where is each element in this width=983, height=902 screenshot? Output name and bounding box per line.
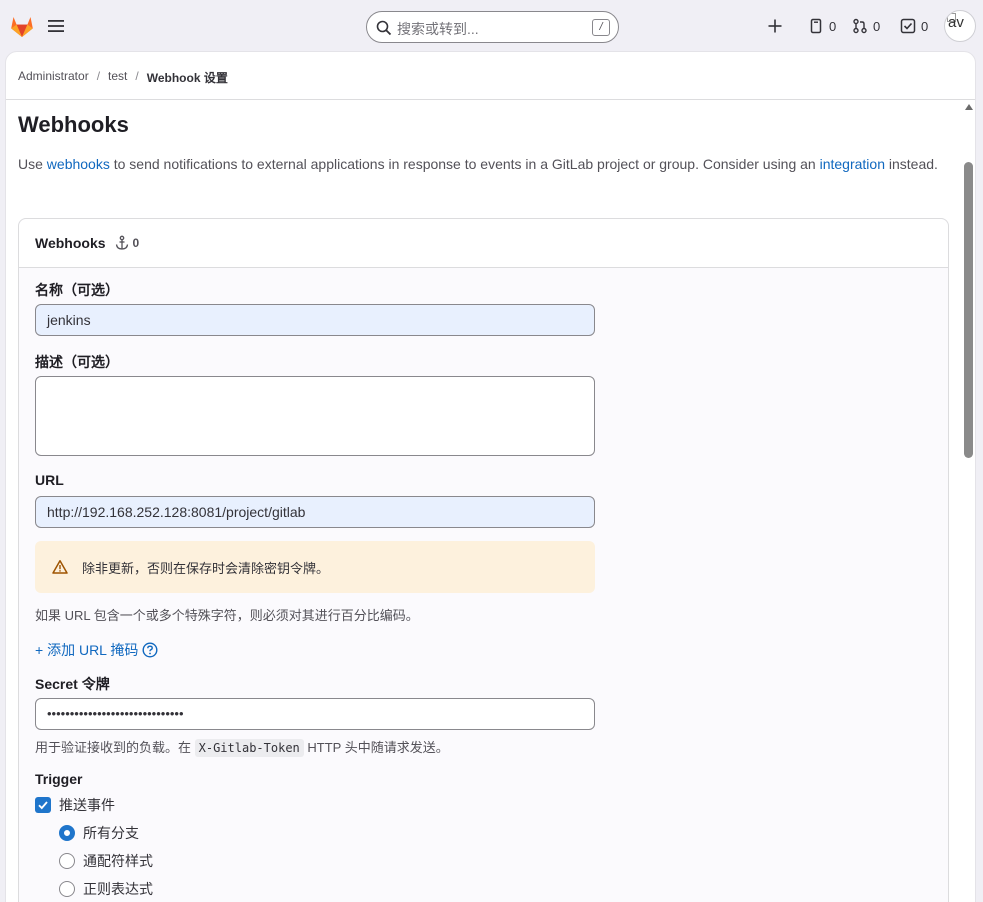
header-name-code: X-Gitlab-Token — [194, 739, 304, 757]
trigger-label: Trigger — [35, 771, 83, 787]
radio-all-branches[interactable] — [59, 825, 75, 841]
question-circle-icon[interactable] — [142, 642, 158, 658]
secret-token-label: Secret 令牌 — [35, 676, 110, 692]
breadcrumb: Administrator / test / Webhook 设置 — [6, 52, 975, 100]
url-input[interactable]: http://192.168.252.128:8081/project/gitl… — [35, 496, 595, 528]
page-description: Use webhooks to send notifications to ex… — [18, 153, 953, 175]
push-events-checkbox-row[interactable]: 推送事件 — [35, 795, 115, 815]
secret-help-text: 用于验证接收到的负载。在 X-Gitlab-Token HTTP 头中随请求发送… — [35, 737, 449, 757]
user-avatar[interactable]: av — [944, 10, 976, 42]
secret-help-prefix: 用于验证接收到的负载。在 — [35, 740, 195, 755]
hook-count: 0 — [132, 236, 140, 250]
issues-icon — [810, 18, 822, 34]
url-label: URL — [35, 472, 64, 488]
url-help-text: 如果 URL 包含一个或多个特殊字符，则必须对其进行百分比编码。 — [35, 608, 419, 623]
secret-help-suffix: HTTP 头中随请求发送。 — [303, 740, 449, 755]
scrollbar-thumb[interactable] — [964, 162, 973, 458]
branch-option-wildcard[interactable]: 通配符样式 — [59, 851, 153, 871]
menu-icon[interactable] — [46, 16, 66, 36]
breadcrumb-item-administrator[interactable]: Administrator — [18, 69, 89, 99]
todos-count: 0 — [921, 18, 929, 34]
name-input[interactable]: jenkins — [35, 304, 595, 336]
anchor-icon — [115, 235, 128, 250]
description-textarea[interactable] — [35, 376, 595, 456]
branch-option-all[interactable]: 所有分支 — [59, 823, 139, 843]
search-icon — [376, 20, 392, 36]
radio-regex[interactable] — [59, 881, 75, 897]
intro-text: to send notifications to external applic… — [109, 156, 820, 172]
radio-label: 所有分支 — [83, 825, 139, 841]
add-url-mask-label: + 添加 URL 掩码 — [35, 642, 139, 658]
page-title: Webhooks — [18, 112, 129, 137]
gitlab-logo-icon[interactable] — [8, 12, 36, 40]
webhooks-card: Webhooks 0 名称（可选） jenkins 描述（可选） URL htt… — [18, 218, 949, 902]
todos-button[interactable]: 0 — [900, 16, 928, 36]
todo-icon — [900, 18, 916, 34]
issues-count: 0 — [829, 18, 837, 34]
hook-count-badge: 0 — [114, 235, 140, 251]
search-placeholder: 搜索或转到... — [397, 21, 479, 37]
token-warning-alert: 除非更新，否则在保存时会清除密钥令牌。 — [35, 541, 595, 593]
integration-link[interactable]: integration — [820, 156, 885, 172]
branch-option-regex[interactable]: 正则表达式 — [59, 879, 153, 899]
breadcrumb-separator: / — [135, 69, 139, 83]
push-events-label: 推送事件 — [59, 797, 115, 813]
radio-wildcard[interactable] — [59, 853, 75, 869]
breadcrumb-item-test[interactable]: test — [108, 69, 127, 99]
secret-token-input[interactable]: •••••••••••••••••••••••••••••• — [35, 698, 595, 730]
breadcrumb-current[interactable]: Webhook 设置 — [147, 69, 228, 99]
intro-text: Use — [18, 156, 47, 172]
issues-button[interactable]: 0 — [808, 16, 836, 36]
merge-requests-button[interactable]: 0 — [852, 16, 880, 36]
check-icon — [38, 801, 48, 810]
intro-text: instead. — [885, 156, 938, 172]
name-label: 名称（可选） — [35, 282, 119, 298]
scroll-up-arrow[interactable] — [965, 104, 973, 110]
alert-text: 除非更新，否则在保存时会清除密钥令牌。 — [82, 560, 330, 576]
search-shortcut-key: / — [592, 19, 610, 36]
radio-label: 正则表达式 — [83, 881, 153, 897]
push-events-checkbox[interactable] — [35, 797, 51, 813]
avatar-alt-text: av — [948, 14, 964, 31]
merge-requests-count: 0 — [873, 18, 881, 34]
card-title: Webhooks — [35, 235, 106, 251]
main-panel: Administrator / test / Webhook 设置 Webhoo… — [5, 51, 976, 902]
search-input[interactable]: 搜索或转到... / — [366, 11, 619, 43]
description-label: 描述（可选） — [35, 354, 119, 370]
breadcrumb-separator: / — [96, 69, 101, 83]
radio-label: 通配符样式 — [83, 853, 153, 869]
add-url-mask-button[interactable]: + 添加 URL 掩码 — [35, 640, 158, 660]
merge-request-icon — [853, 18, 867, 34]
create-new-icon[interactable] — [767, 16, 783, 36]
webhooks-docs-link[interactable]: webhooks — [47, 156, 110, 172]
card-header: Webhooks 0 — [19, 219, 948, 268]
top-bar: 搜索或转到... / 0 0 0 av — [0, 0, 983, 52]
warning-icon — [52, 560, 68, 574]
